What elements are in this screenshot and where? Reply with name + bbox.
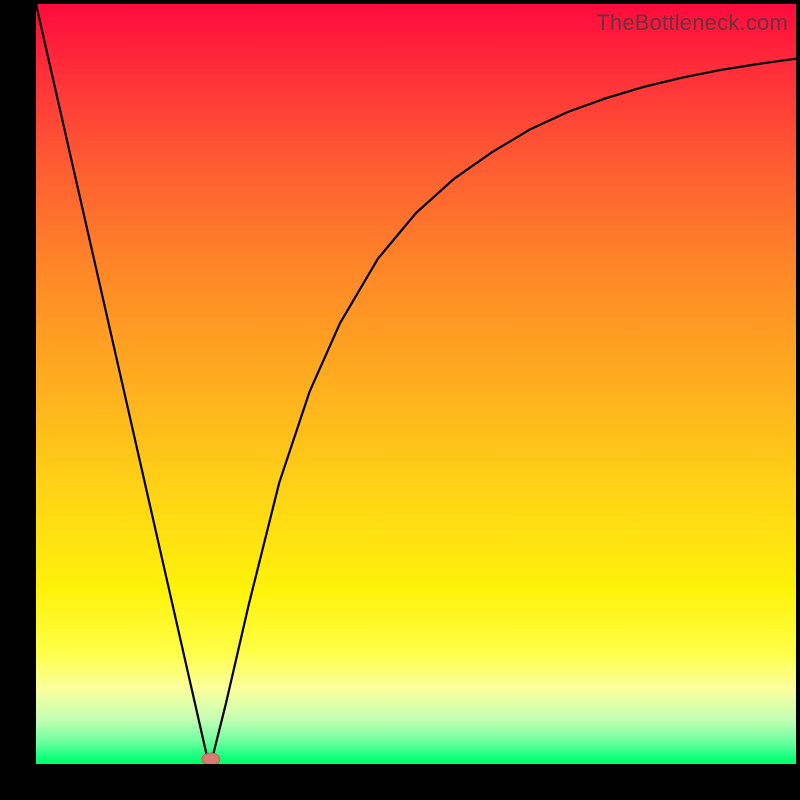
plot-area: TheBottleneck.com [36, 4, 796, 764]
chart-frame: TheBottleneck.com [0, 0, 800, 800]
bottleneck-curve [36, 4, 796, 764]
chart-svg [36, 4, 796, 764]
optimal-point-marker [202, 753, 220, 764]
